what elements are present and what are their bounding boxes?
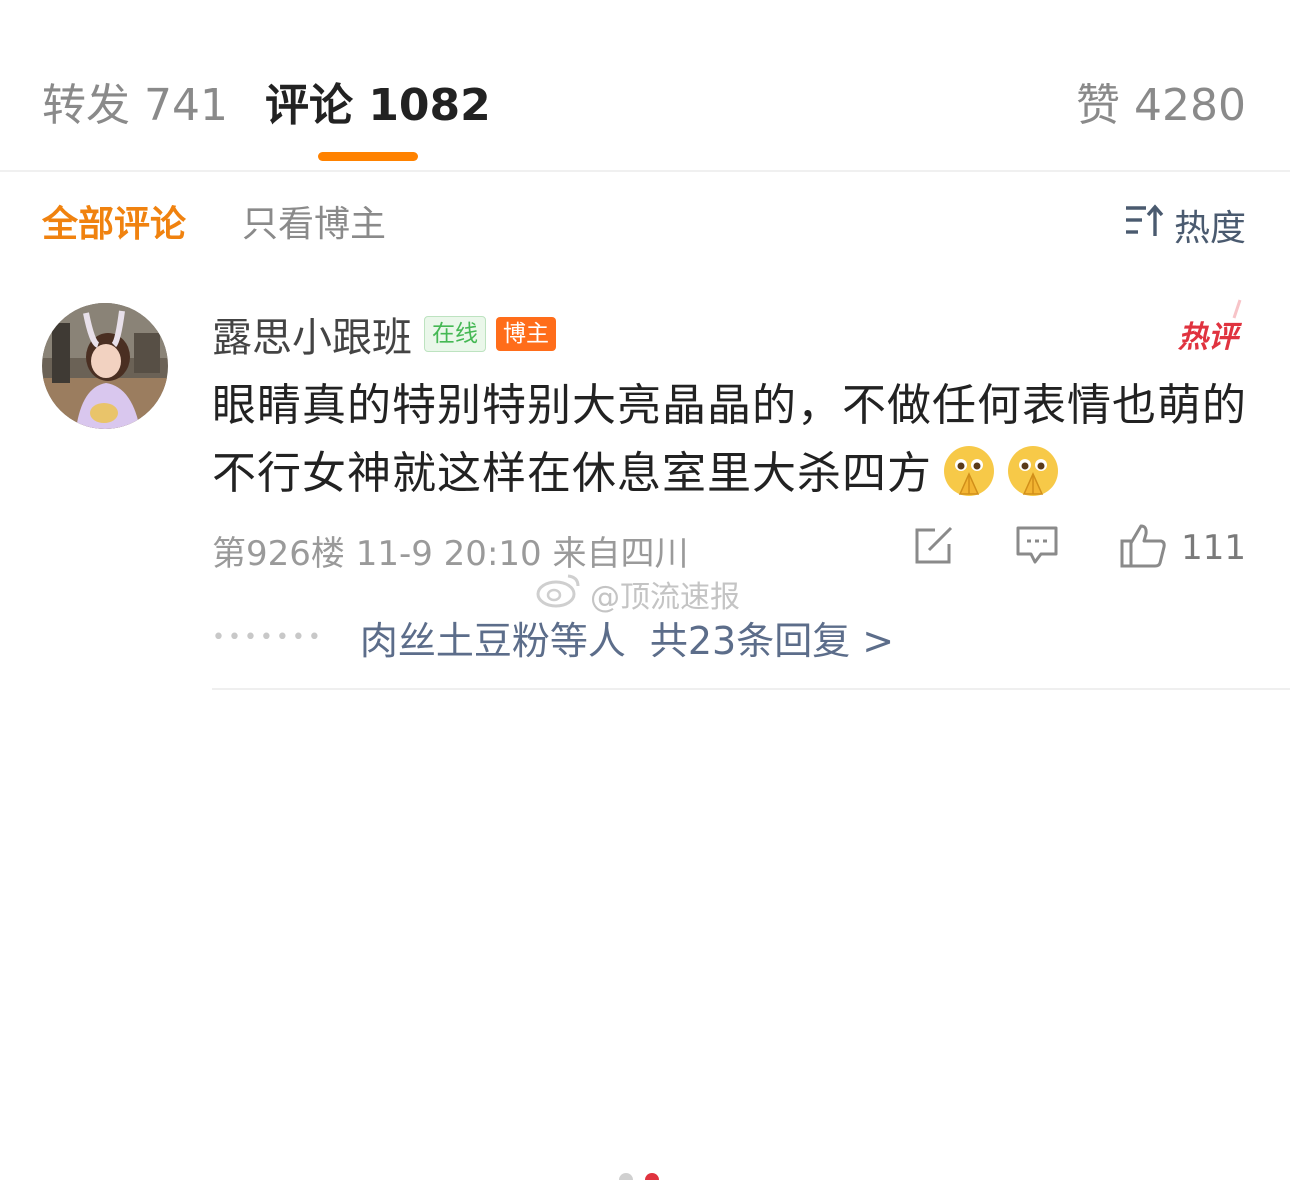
sort-button[interactable]: 热度 <box>1124 202 1246 249</box>
comment-actions: 111 <box>853 522 1246 574</box>
top-tabs: 转发 741 评论 1082 赞 4280 <box>0 0 1290 172</box>
comment-icon[interactable] <box>1015 525 1059 571</box>
active-tab-indicator <box>318 152 418 161</box>
tab-comment[interactable]: 评论 1082 <box>265 78 491 134</box>
username[interactable]: 露思小跟班 <box>212 305 412 363</box>
replies-link[interactable]: ••••••• 肉丝土豆粉等人 共23条回复 > <box>212 610 894 665</box>
tab-forward[interactable]: 转发 741 <box>42 78 228 134</box>
comment-text: 眼睛真的特别特别大亮晶晶的，不做任何表情也萌的不行女神就这样在休息室里大杀四方 <box>212 372 1252 518</box>
reply-count: 共23条回复 > <box>649 619 895 663</box>
sort-icon <box>1124 203 1174 248</box>
divider <box>212 688 1290 690</box>
online-badge: 在线 <box>424 316 486 352</box>
reply-dots: ••••••• <box>212 625 324 650</box>
comment-meta: 第926楼 11-9 20:10 来自四川 <box>212 534 689 574</box>
comment-filters: 全部评论 只看博主 热度 <box>0 172 1290 282</box>
hot-comment-label: 热评 <box>1178 320 1238 355</box>
sort-label: 热度 <box>1173 208 1246 249</box>
pray-emoji-icon <box>942 444 996 518</box>
tab-like[interactable]: 赞 4280 <box>1076 78 1246 134</box>
page-indicator <box>619 1173 659 1180</box>
owner-badge: 博主 <box>496 317 556 351</box>
share-icon[interactable] <box>913 526 955 570</box>
comment-text-body: 眼睛真的特别特别大亮晶晶的，不做任何表情也萌的不行女神就这样在休息室里大杀四方 <box>212 380 1247 499</box>
reply-users: 肉丝土豆粉等人 <box>359 619 626 663</box>
comment-item: 露思小跟班 在线 博主 热评 眼睛真的特别特别大亮晶晶的，不做任何表情也萌的不行… <box>0 290 1290 690</box>
pray-emoji-icon <box>1006 444 1060 518</box>
filter-owner-only[interactable]: 只看博主 <box>242 202 386 248</box>
like-count: 111 <box>1181 528 1246 568</box>
avatar[interactable] <box>42 303 168 429</box>
filter-all-comments[interactable]: 全部评论 <box>42 202 186 248</box>
like-icon[interactable] <box>1119 523 1167 573</box>
username-row: 露思小跟班 在线 博主 <box>212 305 556 363</box>
